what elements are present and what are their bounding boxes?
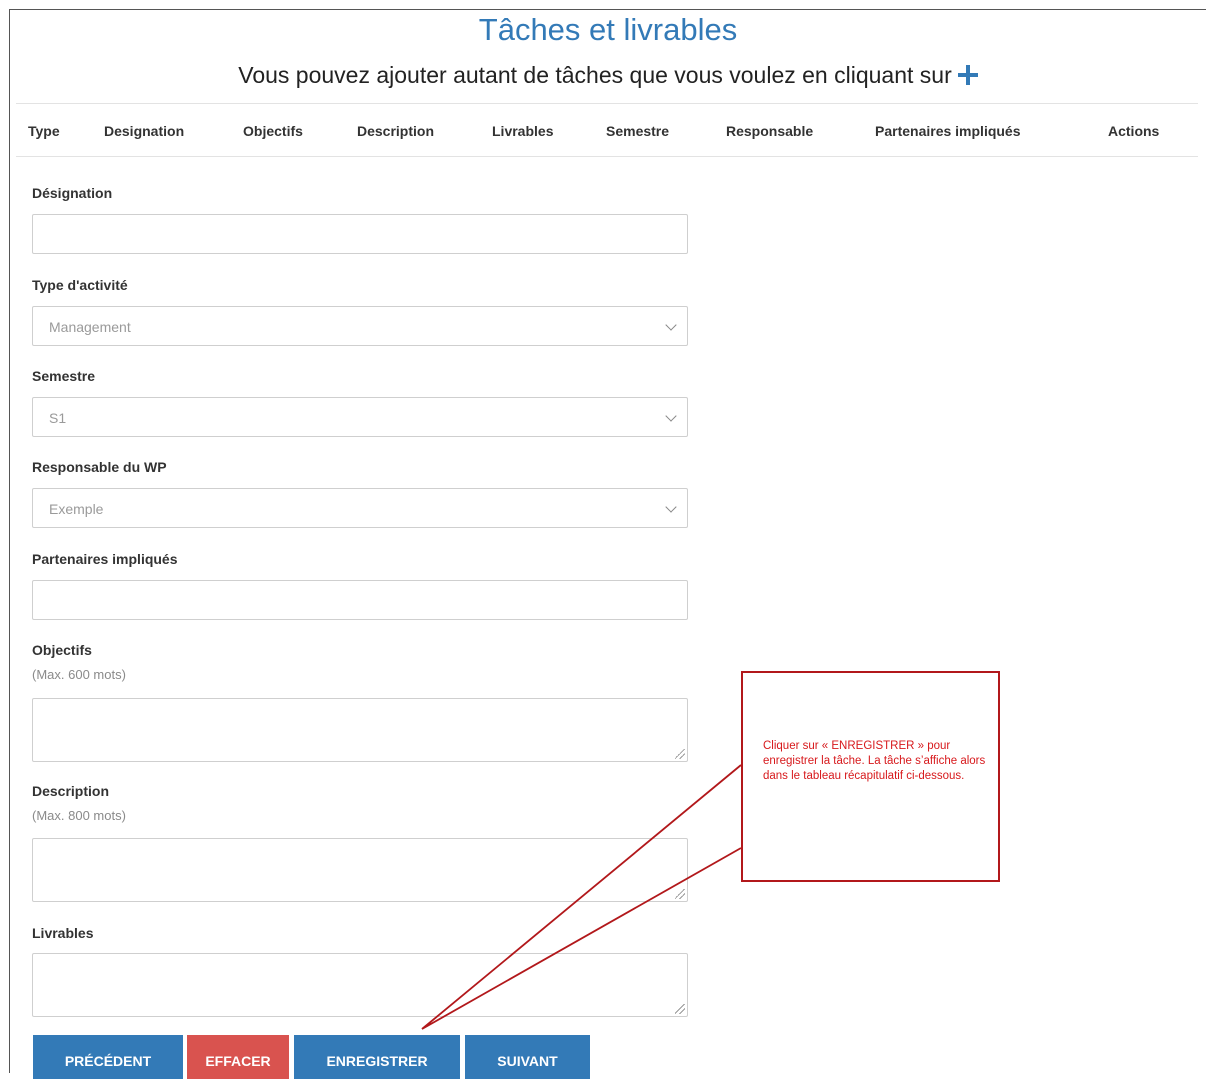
- page-subtitle: Vous pouvez ajouter autant de tâches que…: [0, 62, 1206, 89]
- designation-input[interactable]: [32, 214, 688, 254]
- resize-handle-icon[interactable]: [675, 749, 685, 759]
- column-header-semestre: Semestre: [606, 123, 670, 139]
- save-button[interactable]: ENREGISTRER: [294, 1035, 460, 1079]
- resize-handle-icon[interactable]: [675, 1004, 685, 1014]
- previous-button[interactable]: PRÉCÉDENT: [33, 1035, 183, 1079]
- table-bottom-rule: [16, 156, 1198, 157]
- plus-icon[interactable]: [957, 65, 978, 85]
- callout-pointer: [421, 764, 742, 1030]
- frame-top-border: [9, 9, 1206, 10]
- column-header-actions: Actions: [1108, 123, 1160, 139]
- chevron-down-icon: [665, 410, 677, 422]
- responsable-selected: Exemple: [49, 501, 104, 517]
- column-header-responsable: Responsable: [726, 123, 814, 139]
- type-activite-label: Type d'activité: [32, 277, 128, 293]
- column-header-type: Type: [28, 123, 60, 139]
- column-header-description: Description: [357, 123, 435, 139]
- column-header-livrables: Livrables: [492, 123, 554, 139]
- subtitle-text: Vous pouvez ajouter autant de tâches que…: [238, 62, 952, 88]
- tasks-table-header: Type Designation Objectifs Description L…: [16, 104, 1198, 156]
- chevron-down-icon: [665, 319, 677, 331]
- semestre-selected: S1: [49, 410, 67, 426]
- semestre-label: Semestre: [32, 368, 96, 384]
- partenaires-label: Partenaires impliqués: [32, 551, 178, 567]
- responsable-select[interactable]: Exemple: [32, 488, 688, 528]
- resize-handle-icon[interactable]: [675, 889, 685, 899]
- type-activite-selected: Management: [49, 319, 131, 335]
- semestre-select[interactable]: S1: [32, 397, 688, 437]
- chevron-down-icon: [665, 501, 677, 513]
- description-label: Description: [32, 783, 110, 799]
- column-header-designation: Designation: [104, 123, 185, 139]
- partenaires-input[interactable]: [32, 580, 688, 620]
- livrables-textarea[interactable]: [32, 953, 688, 1017]
- annotation-callout: Cliquer sur « ENREGISTRER » pour enregis…: [741, 671, 1000, 882]
- frame-left-border: [9, 9, 10, 1073]
- livrables-label: Livrables: [32, 925, 94, 941]
- next-button[interactable]: SUIVANT: [465, 1035, 590, 1079]
- description-hint: (Max. 800 mots): [32, 808, 126, 823]
- type-activite-select[interactable]: Management: [32, 306, 688, 346]
- objectifs-hint: (Max. 600 mots): [32, 667, 126, 682]
- column-header-partenaires: Partenaires impliqués: [875, 123, 1021, 139]
- column-header-objectifs: Objectifs: [243, 123, 303, 139]
- objectifs-textarea[interactable]: [32, 698, 688, 762]
- designation-label: Désignation: [32, 185, 113, 201]
- page-title: Tâches et livrables: [478, 12, 738, 47]
- clear-button[interactable]: EFFACER: [187, 1035, 289, 1079]
- responsable-label: Responsable du WP: [32, 459, 167, 475]
- annotation-text: Cliquer sur « ENREGISTRER » pour enregis…: [763, 740, 986, 782]
- description-textarea[interactable]: [32, 838, 688, 902]
- objectifs-label: Objectifs: [32, 642, 92, 658]
